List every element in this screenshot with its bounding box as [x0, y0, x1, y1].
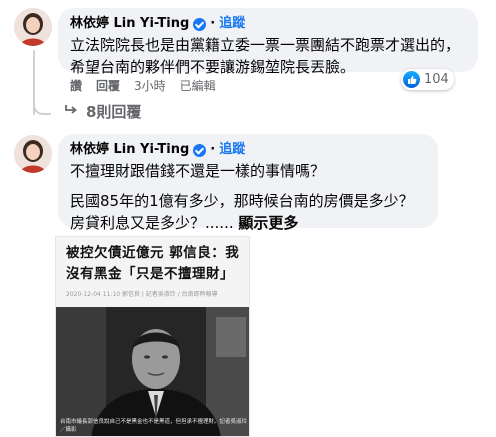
reaction-count: 104	[424, 72, 449, 87]
timestamp[interactable]: 3小時	[134, 77, 166, 94]
news-photo-caption: 台南市議長郭信良說自己不是黑金也不是黑道，但坦承不擅理財。記者吳淑玲／攝影	[60, 419, 248, 433]
reaction-count-badge[interactable]: 104	[401, 69, 454, 90]
thread-line-curve	[33, 95, 51, 115]
separator: ·	[210, 142, 216, 157]
author-name[interactable]: 林依婷 Lin Yi-Ting	[70, 141, 189, 159]
comment-text-paragraph: 民國85年的1億有多少，那時候台南的房價是多少？房貸利息又是多少？...... …	[70, 190, 426, 234]
follow-button[interactable]: 追蹤	[219, 141, 245, 159]
separator: ·	[210, 16, 216, 31]
news-meta: 2020-12-04 11:10 郭信良 | 記者吳淑玲 / 台南即時報導	[66, 291, 218, 298]
comment-text-line: 不擅理財跟借錢不還是一樣的事情嗎？	[70, 162, 326, 180]
follow-button[interactable]: 追蹤	[219, 15, 245, 33]
like-thumb-icon	[403, 71, 420, 88]
avatar[interactable]	[14, 135, 52, 173]
like-button[interactable]: 讚	[70, 77, 82, 94]
attached-news-image[interactable]: 被控欠債近億元 郭信良：我沒有黑金「只是不擅理財」 2020-12-04 11:…	[55, 236, 250, 437]
edited-label[interactable]: 已編輯	[180, 77, 216, 94]
replies-count-label: 8則回覆	[86, 103, 142, 121]
comment-bubble: 林依婷 Lin Yi-Ting · 追蹤 立法院院長也是由黨籍立委一票一票團結不…	[58, 8, 478, 76]
avatar[interactable]	[14, 8, 52, 46]
author-name[interactable]: 林依婷 Lin Yi-Ting	[70, 15, 189, 33]
comment-bubble: 林依婷 Lin Yi-Ting · 追蹤 不擅理財跟借錢不還是一樣的事情嗎？ 民…	[58, 134, 438, 232]
see-more-link[interactable]: 顯示更多	[238, 214, 298, 232]
reply-arrow-icon	[64, 104, 78, 120]
reply-button[interactable]: 回覆	[96, 77, 120, 94]
comment-header: 林依婷 Lin Yi-Ting · 追蹤	[70, 15, 466, 33]
comment-actions: 讚 回覆 3小時 已編輯	[70, 77, 216, 94]
news-headline: 被控欠債近億元 郭信良：我沒有黑金「只是不擅理財」	[66, 245, 240, 282]
news-photo: 台南市議長郭信良說自己不是黑金也不是黑道，但坦承不擅理財。記者吳淑玲／攝影	[56, 307, 249, 436]
verified-badge-icon	[193, 143, 207, 157]
comment-header: 林依婷 Lin Yi-Ting · 追蹤	[70, 141, 426, 159]
view-replies-link[interactable]: 8則回覆	[64, 101, 141, 122]
verified-badge-icon	[193, 17, 207, 31]
